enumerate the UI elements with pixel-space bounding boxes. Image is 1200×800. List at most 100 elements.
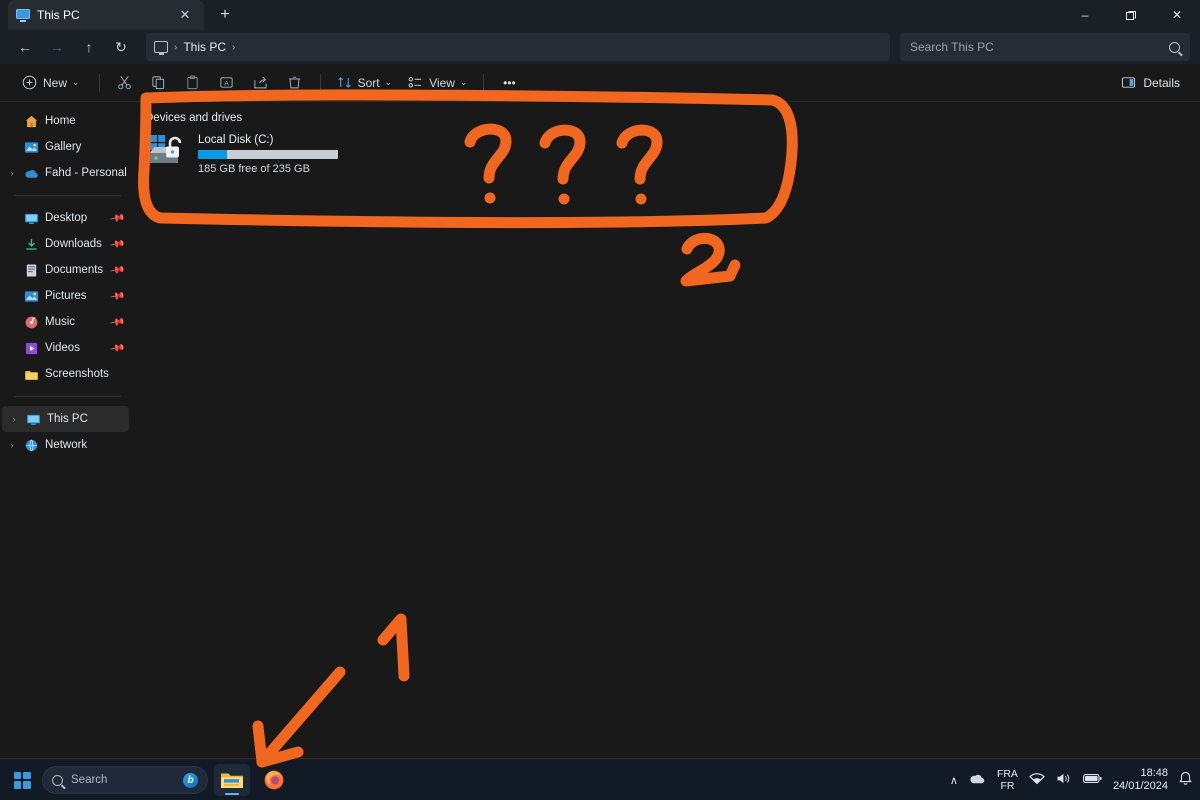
pin-icon[interactable]: 📌 xyxy=(109,340,126,356)
pin-icon[interactable]: 📌 xyxy=(109,314,126,330)
expander-placeholder: › xyxy=(6,291,18,301)
close-button[interactable]: ✕ xyxy=(1154,0,1200,30)
paste-button[interactable] xyxy=(177,69,209,97)
taskbar-search[interactable]: Search b xyxy=(42,766,208,794)
sidebar-label: Downloads xyxy=(45,238,102,250)
videos-icon xyxy=(24,341,39,356)
new-button[interactable]: New ⌄ xyxy=(12,69,90,97)
delete-button[interactable] xyxy=(279,69,311,97)
sidebar-item-downloads[interactable]: › Downloads 📌 xyxy=(0,231,131,257)
copy-button[interactable] xyxy=(143,69,175,97)
pin-icon[interactable]: 📌 xyxy=(109,262,126,278)
rename-button[interactable]: A xyxy=(211,69,243,97)
sidebar-label: This PC xyxy=(47,413,88,425)
minimize-button[interactable]: – xyxy=(1062,0,1108,30)
wifi-icon[interactable] xyxy=(1029,772,1045,788)
sidebar-item-music[interactable]: › Music 📌 xyxy=(0,309,131,335)
sort-button[interactable]: Sort ⌄ xyxy=(330,69,400,97)
downloads-icon xyxy=(24,237,39,252)
taskbar: Search b ∧ FRA FR 18:48 24/01/2024 xyxy=(0,760,1200,800)
sidebar-label: Documents xyxy=(45,264,104,276)
this-pc-icon xyxy=(16,8,30,22)
start-button[interactable] xyxy=(8,766,36,794)
search-icon xyxy=(52,774,63,786)
sidebar-label: Pictures xyxy=(45,290,87,302)
sidebar-item-desktop[interactable]: › Desktop 📌 xyxy=(0,205,131,231)
pin-icon[interactable]: 📌 xyxy=(109,236,126,252)
svg-text:A: A xyxy=(224,80,229,87)
new-tab-button[interactable]: + xyxy=(214,4,236,26)
close-tab-icon[interactable]: ✕ xyxy=(174,4,196,26)
sidebar-item-screenshots[interactable]: › Screenshots xyxy=(0,361,131,387)
drive-usage-bar xyxy=(198,150,338,159)
expander-placeholder: › xyxy=(6,265,18,275)
sidebar-label: Screenshots xyxy=(45,368,109,380)
sidebar-item-fahd-personal[interactable]: › Fahd - Personal xyxy=(0,160,131,186)
breadcrumb-this-pc[interactable]: This PC xyxy=(183,40,226,54)
cut-button[interactable] xyxy=(109,69,141,97)
more-options-button[interactable]: ••• xyxy=(493,69,525,97)
plus-circle-icon xyxy=(22,75,38,91)
expander-placeholder: › xyxy=(6,213,18,223)
drive-item-local-disk-c[interactable]: Local Disk (C:) 185 GB free of 235 GB xyxy=(145,130,355,178)
view-label: View xyxy=(429,75,455,90)
refresh-button[interactable]: ↻ xyxy=(106,33,136,61)
cloud-icon[interactable] xyxy=(969,773,986,788)
sidebar-item-gallery[interactable]: › Gallery xyxy=(0,134,131,160)
sidebar-item-home[interactable]: › Home xyxy=(0,108,131,134)
share-button[interactable] xyxy=(245,69,277,97)
file-list-pane[interactable]: Devices and drives Local Disk (C:) 185 G… xyxy=(131,102,1200,800)
chevron-down-icon-sort: ⌄ xyxy=(384,77,393,87)
expander-placeholder: › xyxy=(6,369,18,379)
language-indicator[interactable]: FRA FR xyxy=(997,768,1018,792)
details-pane-button[interactable]: Details xyxy=(1113,69,1188,97)
system-tray: ∧ FRA FR 18:48 24/01/2024 xyxy=(950,767,1192,793)
back-button[interactable]: ← xyxy=(10,33,40,61)
breadcrumb[interactable]: › This PC › xyxy=(146,33,890,61)
sidebar-item-this-pc[interactable]: › This PC xyxy=(2,406,129,432)
view-button[interactable]: View ⌄ xyxy=(401,69,474,97)
chevron-right-icon-2[interactable]: › xyxy=(232,42,235,53)
window-controls: – ✕ xyxy=(1062,0,1200,30)
title-bar: This PC ✕ + – ✕ xyxy=(0,0,1200,30)
firefox-taskbar-icon[interactable] xyxy=(256,764,292,796)
rename-icon: A xyxy=(219,75,235,91)
bell-icon[interactable] xyxy=(1179,771,1192,789)
separator-3 xyxy=(483,73,485,92)
main-area: › Home › Gallery › Fahd - Personal › xyxy=(0,102,1200,800)
search-input[interactable] xyxy=(910,40,1140,54)
sidebar-divider xyxy=(14,195,121,196)
bing-icon[interactable]: b xyxy=(183,772,198,788)
sidebar-item-documents[interactable]: › Documents 📌 xyxy=(0,257,131,283)
pictures-icon xyxy=(24,289,39,304)
sort-icon xyxy=(337,75,353,91)
taskbar-search-placeholder: Search xyxy=(71,774,108,786)
expander-chevron-icon[interactable]: › xyxy=(6,440,18,450)
volume-icon[interactable] xyxy=(1056,772,1072,788)
sidebar-label: Network xyxy=(45,439,88,451)
details-pane-icon xyxy=(1121,75,1137,91)
clock[interactable]: 18:48 24/01/2024 xyxy=(1113,767,1168,793)
sidebar-item-network[interactable]: › Network xyxy=(0,432,131,458)
sidebar-item-videos[interactable]: › Videos 📌 xyxy=(0,335,131,361)
expander-chevron-icon[interactable]: › xyxy=(6,168,18,178)
navigation-pane: › Home › Gallery › Fahd - Personal › xyxy=(0,102,131,800)
taskbar-left: Search b xyxy=(8,764,292,796)
file-explorer-taskbar-icon[interactable] xyxy=(214,764,250,796)
expander-chevron-icon[interactable]: › xyxy=(8,414,20,424)
sidebar-item-pictures[interactable]: › Pictures 📌 xyxy=(0,283,131,309)
forward-button[interactable]: → xyxy=(42,33,72,61)
pin-icon[interactable]: 📌 xyxy=(109,210,126,226)
share-icon xyxy=(253,75,269,91)
search-box[interactable] xyxy=(900,33,1190,61)
tray-overflow-button[interactable]: ∧ xyxy=(950,774,958,787)
battery-icon[interactable] xyxy=(1082,773,1102,787)
expander-placeholder: › xyxy=(6,239,18,249)
paste-icon xyxy=(185,74,201,91)
up-button[interactable]: ↑ xyxy=(74,33,104,61)
pin-icon[interactable]: 📌 xyxy=(109,288,126,304)
maximize-button[interactable] xyxy=(1108,0,1154,30)
copy-icon xyxy=(151,75,167,91)
sidebar-label: Gallery xyxy=(45,141,82,153)
tab-this-pc[interactable]: This PC ✕ xyxy=(8,0,204,30)
